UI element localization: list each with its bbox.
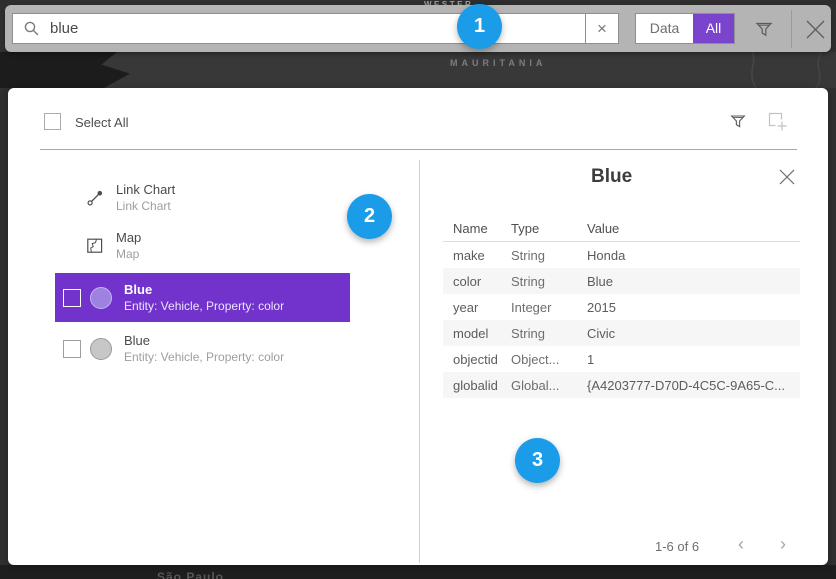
table-row: color String Blue <box>443 268 800 294</box>
table-cell: Civic <box>587 326 800 341</box>
add-to-new-button[interactable] <box>765 109 788 132</box>
map-label-bottom: São Paulo <box>157 570 224 579</box>
table-cell: String <box>511 274 587 289</box>
map-border-lines <box>690 52 836 88</box>
table-cell: Object... <box>511 352 587 367</box>
toggle-option-all[interactable]: All <box>693 14 734 43</box>
search-icon <box>23 20 40 37</box>
table-cell: Integer <box>511 300 587 315</box>
table-cell: {A4203777-D70D-4C5C-9A65-C... <box>587 378 800 393</box>
select-all-checkbox[interactable] <box>44 113 61 130</box>
result-subtitle: Entity: Vehicle, Property: color <box>124 349 284 366</box>
map-strip-bottom: São Paulo <box>0 565 836 579</box>
table-cell: make <box>443 248 511 263</box>
table-cell: globalid <box>443 378 511 393</box>
column-header-type: Type <box>511 221 587 236</box>
result-title: Link Chart <box>116 181 175 198</box>
select-all-label: Select All <box>75 115 128 130</box>
table-cell: 2015 <box>587 300 800 315</box>
filter-icon <box>753 18 775 40</box>
close-search-button[interactable] <box>803 17 828 42</box>
link-chart-icon <box>86 189 104 207</box>
column-header-value: Value <box>587 221 800 236</box>
table-row: year Integer 2015 <box>443 294 800 320</box>
prev-page-button[interactable]: ‹ <box>729 533 753 557</box>
table-cell: objectid <box>443 352 511 367</box>
result-subtitle: Map <box>116 246 141 263</box>
detail-title: Blue <box>591 166 632 188</box>
table-row: model String Civic <box>443 320 800 346</box>
detail-close-icon <box>778 168 796 186</box>
table-cell: color <box>443 274 511 289</box>
chevron-left-icon: ‹ <box>738 534 744 554</box>
table-row: make String Honda <box>443 242 800 268</box>
detail-close-button[interactable] <box>778 168 796 186</box>
table-cell: Global... <box>511 378 587 393</box>
ocean-shape <box>0 52 130 88</box>
table-cell: year <box>443 300 511 315</box>
table-cell: Blue <box>587 274 800 289</box>
result-row-link-chart[interactable]: Link Chart Link Chart <box>55 174 350 222</box>
table-row: objectid Object... 1 <box>443 346 800 372</box>
result-row-blue-selected[interactable]: Blue Entity: Vehicle, Property: color <box>55 273 350 322</box>
table-row: globalid Global... {A4203777-D70D-4C5C-9… <box>443 372 800 398</box>
results-filter-icon <box>728 111 748 131</box>
panel-header-divider <box>40 149 797 150</box>
panel-vertical-divider <box>419 160 420 563</box>
toggle-option-data[interactable]: Data <box>636 14 693 43</box>
entity-circle-icon <box>90 287 112 309</box>
table-cell: String <box>511 248 587 263</box>
result-row-map[interactable]: Map Map <box>55 222 350 270</box>
results-filter-button[interactable] <box>728 111 748 131</box>
table-cell: model <box>443 326 511 341</box>
search-results-panel: Select All Link Chart Link Cha <box>8 88 828 565</box>
result-row-blue[interactable]: Blue Entity: Vehicle, Property: color <box>55 325 350 373</box>
toolbar-divider <box>791 10 792 48</box>
entity-circle-icon <box>90 338 112 360</box>
attribute-table: Name Type Value make String Honda color … <box>443 216 800 398</box>
filter-button[interactable] <box>753 18 775 40</box>
add-to-new-icon <box>765 109 788 132</box>
map-icon <box>86 237 104 255</box>
table-cell: String <box>511 326 587 341</box>
search-toolbar: × Data All <box>5 5 831 52</box>
result-subtitle: Link Chart <box>116 198 175 215</box>
data-all-toggle: Data All <box>635 13 735 44</box>
next-page-button[interactable]: › <box>771 533 795 557</box>
clear-icon: × <box>597 19 607 38</box>
step-badge-2: 2 <box>347 194 392 239</box>
result-title: Map <box>116 229 141 246</box>
clear-search-button[interactable]: × <box>585 13 619 44</box>
step-badge-1: 1 <box>457 4 502 49</box>
chevron-right-icon: › <box>780 534 786 554</box>
close-icon <box>803 17 828 42</box>
table-body: make String Honda color String Blue year… <box>443 242 800 398</box>
map-strip-middle: MAURITANIA <box>0 52 836 88</box>
result-subtitle: Entity: Vehicle, Property: color <box>124 298 284 315</box>
map-label-mauritania: MAURITANIA <box>450 58 546 68</box>
column-header-name: Name <box>443 221 511 236</box>
app-screen: WESTER MAURITANIA São Paulo × Data All <box>0 0 836 579</box>
result-title: Blue <box>124 332 284 349</box>
result-title: Blue <box>124 281 284 298</box>
table-cell: Honda <box>587 248 800 263</box>
pagination-label: 1-6 of 6 <box>655 539 699 554</box>
result-checkbox[interactable] <box>63 340 81 358</box>
table-cell: 1 <box>587 352 800 367</box>
table-header-row: Name Type Value <box>443 216 800 242</box>
step-badge-3: 3 <box>515 438 560 483</box>
result-checkbox[interactable] <box>63 289 81 307</box>
